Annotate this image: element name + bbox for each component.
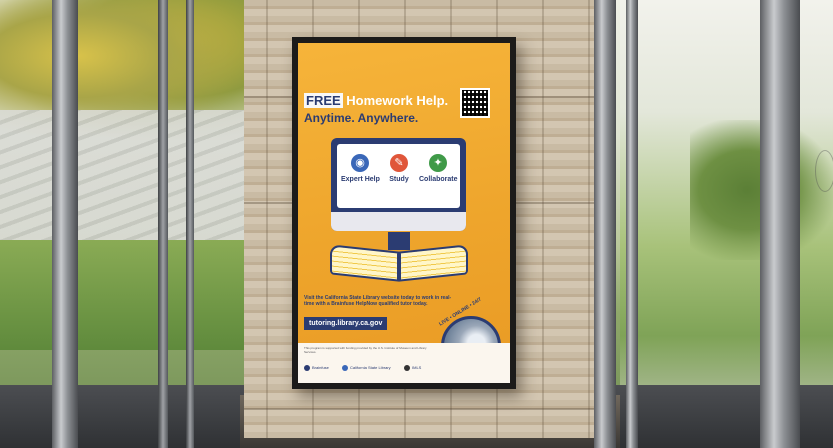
fine-print: This program is supported with funding p…	[304, 346, 427, 354]
sponsor-logos: Brainfuse California State Library IMLS	[304, 363, 434, 373]
open-book-illustration	[330, 244, 468, 282]
window-mullion-center	[594, 0, 616, 448]
window-mullion-4	[626, 0, 638, 448]
feature-collaborate: ✦ Collaborate	[419, 154, 458, 183]
window-mullion-left	[52, 0, 78, 448]
headline-rest: Homework Help.	[342, 93, 449, 108]
window-mullion-right	[760, 0, 800, 448]
poster-url: tutoring.library.ca.gov	[304, 317, 388, 330]
book-page-left	[330, 244, 399, 282]
computer-monitor-illustration: ◉ Expert Help ✎ Study ✦ Collaborate	[331, 138, 466, 231]
homework-help-poster: FREE Homework Help. Anytime. Anywhere. ◉…	[298, 43, 510, 383]
book-page-right	[399, 244, 468, 282]
qr-code-icon	[460, 88, 490, 118]
monitor-chin	[331, 212, 466, 231]
state-library-logo: California State Library	[342, 363, 391, 372]
brainfuse-logo: Brainfuse	[304, 363, 329, 372]
monitor-screen: ◉ Expert Help ✎ Study ✦ Collaborate	[337, 144, 460, 208]
globe-icon: ◉	[351, 154, 369, 172]
collaborate-icon: ✦	[429, 154, 447, 172]
window-mullion-2	[158, 0, 168, 448]
window-mullion-3	[186, 0, 194, 448]
photo-scene: FREE Homework Help. Anytime. Anywhere. ◉…	[0, 0, 833, 448]
study-icon: ✎	[390, 154, 408, 172]
feature-expert-help: ◉ Expert Help	[341, 154, 380, 183]
headline-free: FREE	[304, 93, 343, 108]
lawn	[0, 240, 260, 350]
glass-decal	[815, 150, 833, 192]
stone-joint	[244, 408, 612, 410]
feature-label: Collaborate	[419, 176, 458, 183]
poster-body-text: Visit the California State Library websi…	[304, 295, 452, 307]
headline-line2: Anytime. Anywhere.	[304, 111, 419, 125]
imls-logo: IMLS	[404, 363, 421, 372]
poster-headline: FREE Homework Help. Anytime. Anywhere.	[304, 93, 449, 125]
feature-label: Expert Help	[341, 176, 380, 183]
feature-label: Study	[389, 176, 409, 183]
feature-study: ✎ Study	[380, 154, 418, 183]
